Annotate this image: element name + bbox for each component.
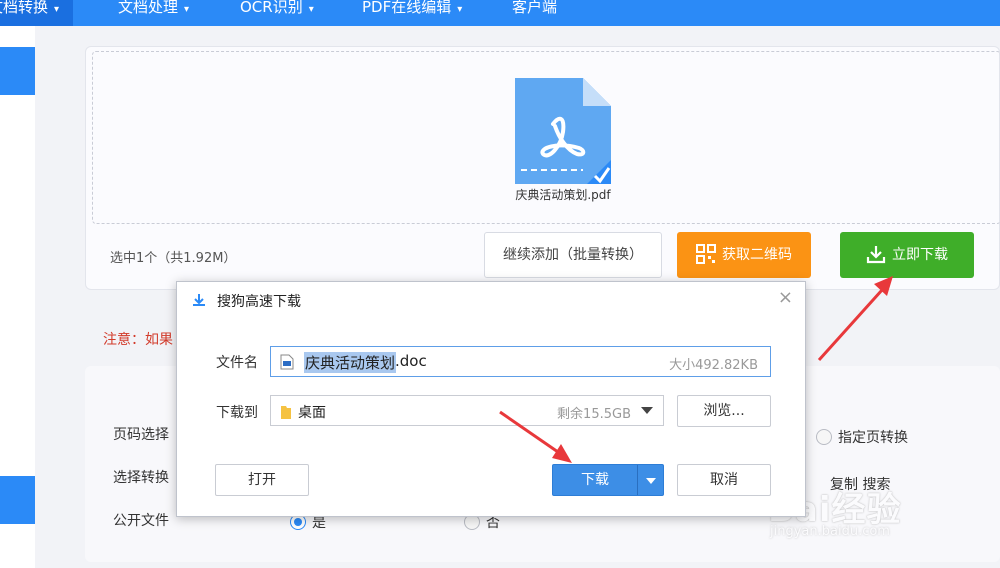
chevron-down-icon: ▾ <box>457 4 463 15</box>
watermark-url: jingyan.baidu.com <box>770 524 890 539</box>
chevron-down-icon: ▾ <box>184 4 190 15</box>
chevron-down-icon: ▾ <box>54 4 60 15</box>
cancel-button[interactable]: 取消 <box>677 464 771 496</box>
download-icon <box>866 245 886 263</box>
nav-pdf-edit-label: PDF在线编辑 <box>362 0 452 16</box>
notice-text: 注意：如果 <box>103 332 173 348</box>
filename-label: 文件名 <box>216 355 258 371</box>
public-file-label: 公开文件 <box>113 513 169 529</box>
destination-label: 下载到 <box>216 405 258 421</box>
filename-extension: .doc <box>395 352 427 370</box>
nav-pdf-edit[interactable]: PDF在线编辑 ▾ <box>362 0 462 26</box>
selection-info: 选中1个（共1.92M） <box>110 251 237 266</box>
continue-add-button[interactable]: 继续添加（批量转换） <box>484 232 662 278</box>
pdf-file-icon[interactable] <box>513 76 613 186</box>
get-qr-code-label: 获取二维码 <box>722 247 792 263</box>
file-drop-area[interactable]: 庆典活动策划.pdf <box>92 51 1000 224</box>
sidebar-item-secondary[interactable] <box>0 476 35 524</box>
nav-doc-process-label: 文档处理 <box>118 0 179 16</box>
doc-file-icon <box>280 354 294 370</box>
get-qr-code-button[interactable]: 获取二维码 <box>677 232 811 278</box>
destination-select[interactable]: 桌面 剩余15.5GB <box>270 395 664 426</box>
top-nav: 文档转换 ▾ 文档处理 ▾ OCR识别 ▾ PDF在线编辑 ▾ 客户端 <box>0 0 1000 26</box>
nav-ocr[interactable]: OCR识别 ▾ <box>240 0 314 26</box>
nav-doc-convert-label: 文档转换 <box>0 0 49 16</box>
open-button[interactable]: 打开 <box>215 464 309 496</box>
public-no-label: 否 <box>486 515 500 531</box>
download-options-dropdown[interactable] <box>637 465 663 495</box>
file-size: 大小492.82KB <box>669 358 758 373</box>
filename-selected-text: 庆典活动策划 <box>304 352 397 373</box>
nav-ocr-label: OCR识别 <box>240 0 303 16</box>
left-sidebar <box>0 26 35 568</box>
page-select-label: 页码选择 <box>113 427 169 443</box>
chevron-down-icon <box>641 407 653 414</box>
download-button[interactable]: 下载 <box>552 464 664 496</box>
filename-input[interactable]: 庆典活动策划 .doc 大小492.82KB <box>270 346 771 377</box>
upload-card: 庆典活动策划.pdf 选中1个（共1.92M） 继续添加（批量转换） 获取二维码… <box>85 46 1000 290</box>
convert-select-label: 选择转换 <box>113 470 169 486</box>
download-button-label: 下载 <box>581 472 609 488</box>
download-icon <box>193 294 205 306</box>
download-now-label: 立即下载 <box>892 247 948 263</box>
nav-client[interactable]: 客户端 <box>512 0 557 26</box>
close-icon[interactable]: × <box>778 287 793 308</box>
specified-pages-label: 指定页转换 <box>838 430 908 446</box>
free-space: 剩余15.5GB <box>557 407 631 422</box>
sidebar-item-active[interactable] <box>0 47 35 95</box>
qr-code-icon <box>696 243 716 264</box>
nav-doc-convert[interactable]: 文档转换 ▾ <box>0 0 74 26</box>
chevron-down-icon: ▾ <box>308 4 314 15</box>
browse-button[interactable]: 浏览... <box>677 395 771 427</box>
radio-circle <box>816 429 832 445</box>
folder-icon <box>281 406 291 419</box>
destination-value: 桌面 <box>298 405 326 421</box>
public-yes-label: 是 <box>312 515 326 531</box>
dialog-title: 搜狗高速下载 <box>217 294 301 310</box>
nav-doc-process[interactable]: 文档处理 ▾ <box>118 0 189 26</box>
download-now-button[interactable]: 立即下载 <box>840 232 974 278</box>
nav-client-label: 客户端 <box>512 0 558 16</box>
specified-pages-radio[interactable]: 指定页转换 <box>816 427 908 447</box>
file-name: 庆典活动策划.pdf <box>515 188 611 202</box>
download-dialog: 搜狗高速下载 × 文件名 庆典活动策划 .doc 大小492.82KB 下载到 … <box>176 281 806 517</box>
